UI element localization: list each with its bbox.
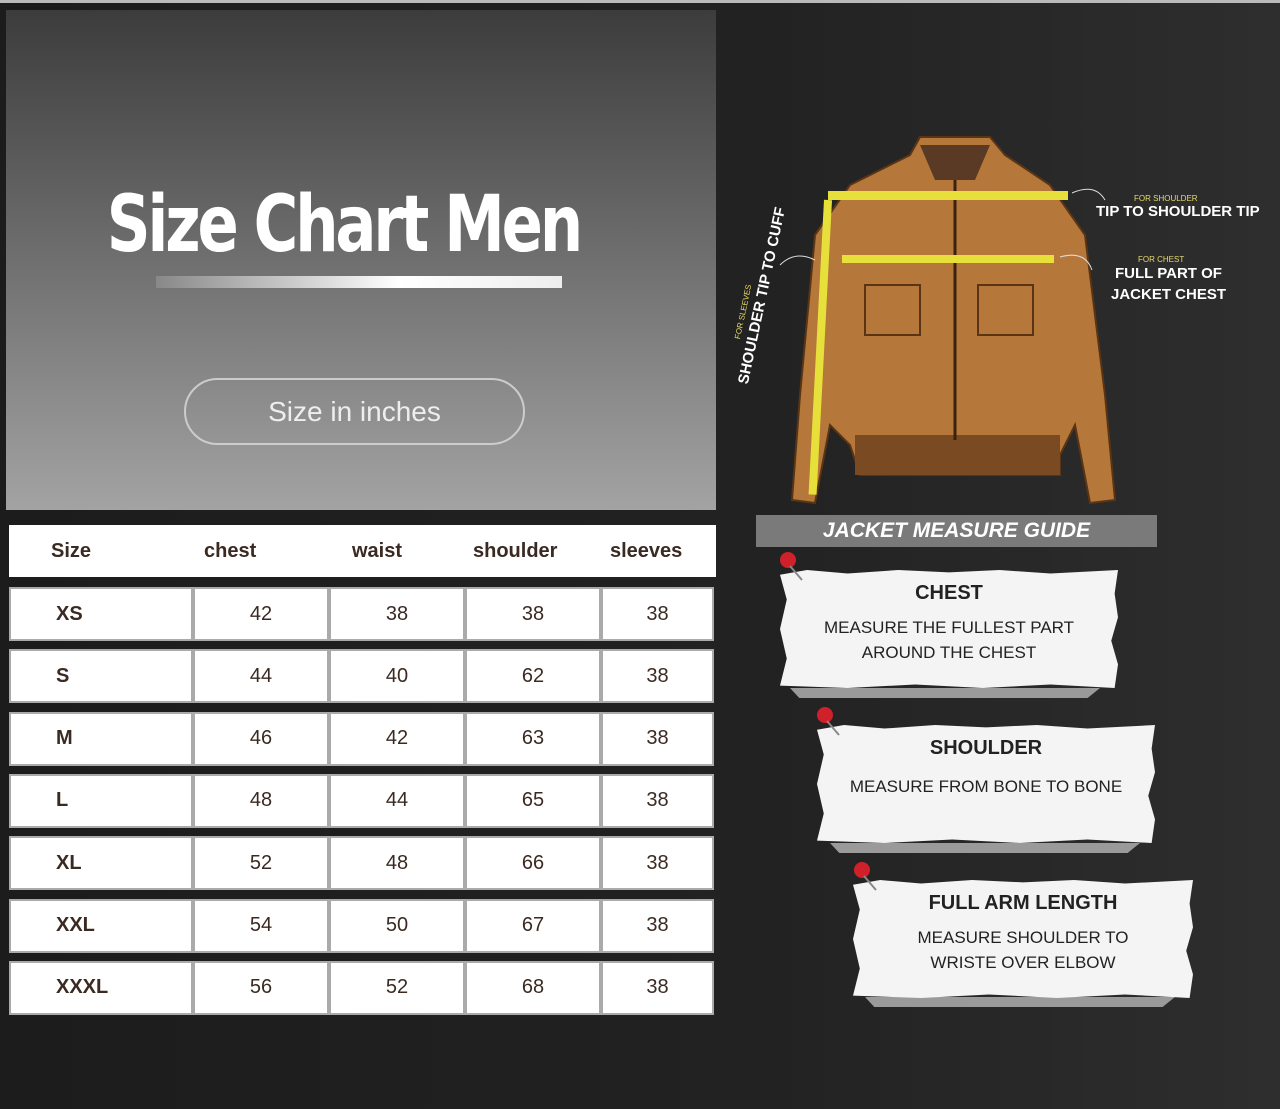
table-row: XL 52 48 66 38 — [9, 836, 714, 891]
shoulder-small-label: FOR SHOULDER — [1134, 194, 1198, 203]
table-row: S 44 40 62 38 — [9, 649, 714, 704]
table-row: XXL 54 50 67 38 — [9, 898, 714, 953]
cell-chest: 52 — [193, 836, 329, 891]
table-row: M 46 42 63 38 — [9, 711, 714, 766]
cell-waist: 38 — [329, 587, 465, 641]
header-chest: chest — [204, 539, 257, 562]
note-shadow — [830, 843, 1140, 853]
header-waist: waist — [352, 539, 403, 562]
note-title: SHOULDER — [929, 737, 1043, 759]
note-body-1: MEASURE THE FULLEST PART — [823, 618, 1075, 637]
chest-label-1: FULL PART OF — [1115, 265, 1222, 282]
table-header: Size chest waist shoulder sleeves — [9, 525, 716, 577]
note-shoulder: SHOULDER MEASURE FROM BONE TO BONE — [817, 725, 1155, 843]
cell-waist: 52 — [329, 960, 465, 1015]
shoulder-tape-icon — [828, 191, 1068, 200]
pushpin-icon — [780, 552, 803, 581]
cell-waist: 48 — [329, 836, 465, 891]
note-arm-length: FULL ARM LENGTH MEASURE SHOULDER TO WRIS… — [853, 880, 1193, 998]
chest-label-2: JACKET CHEST — [1111, 286, 1227, 303]
top-border — [0, 0, 1280, 3]
cell-waist: 42 — [329, 711, 465, 766]
cell-sleeves: 38 — [601, 587, 714, 641]
cell-sleeves: 38 — [601, 898, 714, 953]
cell-shoulder: 68 — [465, 960, 601, 1015]
note-title: CHEST — [915, 582, 983, 604]
pushpin-icon — [817, 707, 840, 736]
unit-badge: Size in inches — [184, 378, 525, 445]
cell-shoulder: 38 — [465, 587, 601, 641]
cell-chest: 48 — [193, 773, 329, 828]
cell-size: XS — [9, 587, 193, 641]
jacket-waistband — [855, 435, 1060, 475]
cell-waist: 50 — [329, 898, 465, 953]
shoulder-arrow-icon — [1071, 188, 1106, 201]
table-row: XXXL 56 52 68 38 — [9, 960, 714, 1015]
note-body-1: MEASURE SHOULDER TO — [917, 928, 1129, 947]
cell-chest: 46 — [193, 711, 329, 766]
cell-size: S — [9, 649, 193, 704]
guide-title: JACKET MEASURE GUIDE — [756, 515, 1157, 547]
table-row: XS 42 38 38 38 — [9, 587, 714, 641]
header-size: Size — [51, 539, 92, 562]
cell-waist: 40 — [329, 649, 465, 704]
cell-chest: 56 — [193, 960, 329, 1015]
cell-size: L — [9, 773, 193, 828]
hero-panel: Size Chart Men Size in inches — [6, 10, 716, 510]
note-shadow — [790, 688, 1100, 698]
cell-sleeves: 38 — [601, 711, 714, 766]
header-sleeves: sleeves — [610, 539, 683, 562]
note-body-1: MEASURE FROM BONE TO BONE — [849, 777, 1123, 796]
cell-chest: 54 — [193, 898, 329, 953]
cell-sleeves: 38 — [601, 836, 714, 891]
sleeve-arrow-icon — [779, 255, 816, 266]
title-underline — [156, 276, 562, 288]
cell-size: M — [9, 711, 193, 766]
note-shadow — [865, 997, 1175, 1007]
cell-waist: 44 — [329, 773, 465, 828]
note-body-2: WRISTE OVER ELBOW — [930, 953, 1116, 972]
cell-shoulder: 62 — [465, 649, 601, 704]
chest-small-label: FOR CHEST — [1138, 255, 1185, 264]
jacket-illustration — [779, 136, 1117, 505]
note-chest: CHEST MEASURE THE FULLEST PART AROUND TH… — [780, 570, 1118, 688]
cell-shoulder: 66 — [465, 836, 601, 891]
cell-sleeves: 38 — [601, 773, 714, 828]
page-title: Size Chart Men — [106, 180, 583, 270]
cell-size: XXXL — [9, 960, 193, 1015]
table-row: L 48 44 65 38 — [9, 773, 714, 828]
cell-sleeves: 38 — [601, 649, 714, 704]
cell-chest: 44 — [193, 649, 329, 704]
pushpin-icon — [854, 862, 877, 891]
note-body-2: AROUND THE CHEST — [861, 643, 1037, 662]
cell-sleeves: 38 — [601, 960, 714, 1015]
cell-size: XXL — [9, 898, 193, 953]
header-shoulder: shoulder — [473, 539, 558, 562]
cell-shoulder: 63 — [465, 711, 601, 766]
cell-size: XL — [9, 836, 193, 891]
chest-tape-icon — [842, 255, 1054, 263]
cell-shoulder: 67 — [465, 898, 601, 953]
note-title: FULL ARM LENGTH — [928, 892, 1118, 914]
cell-chest: 42 — [193, 587, 329, 641]
cell-shoulder: 65 — [465, 773, 601, 828]
shoulder-label: TIP TO SHOULDER TIP — [1096, 203, 1260, 220]
